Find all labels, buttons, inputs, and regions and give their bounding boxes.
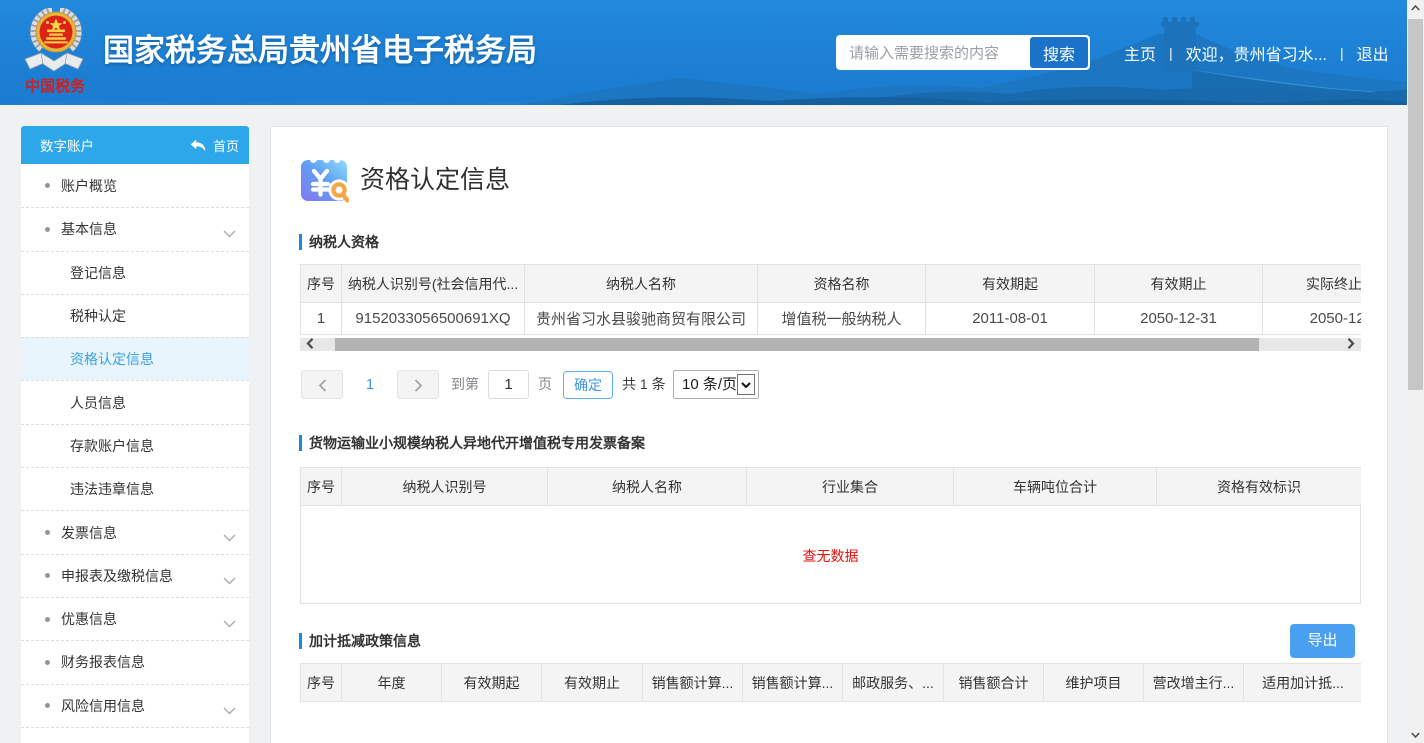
- svg-text:中国税务: 中国税务: [25, 77, 86, 95]
